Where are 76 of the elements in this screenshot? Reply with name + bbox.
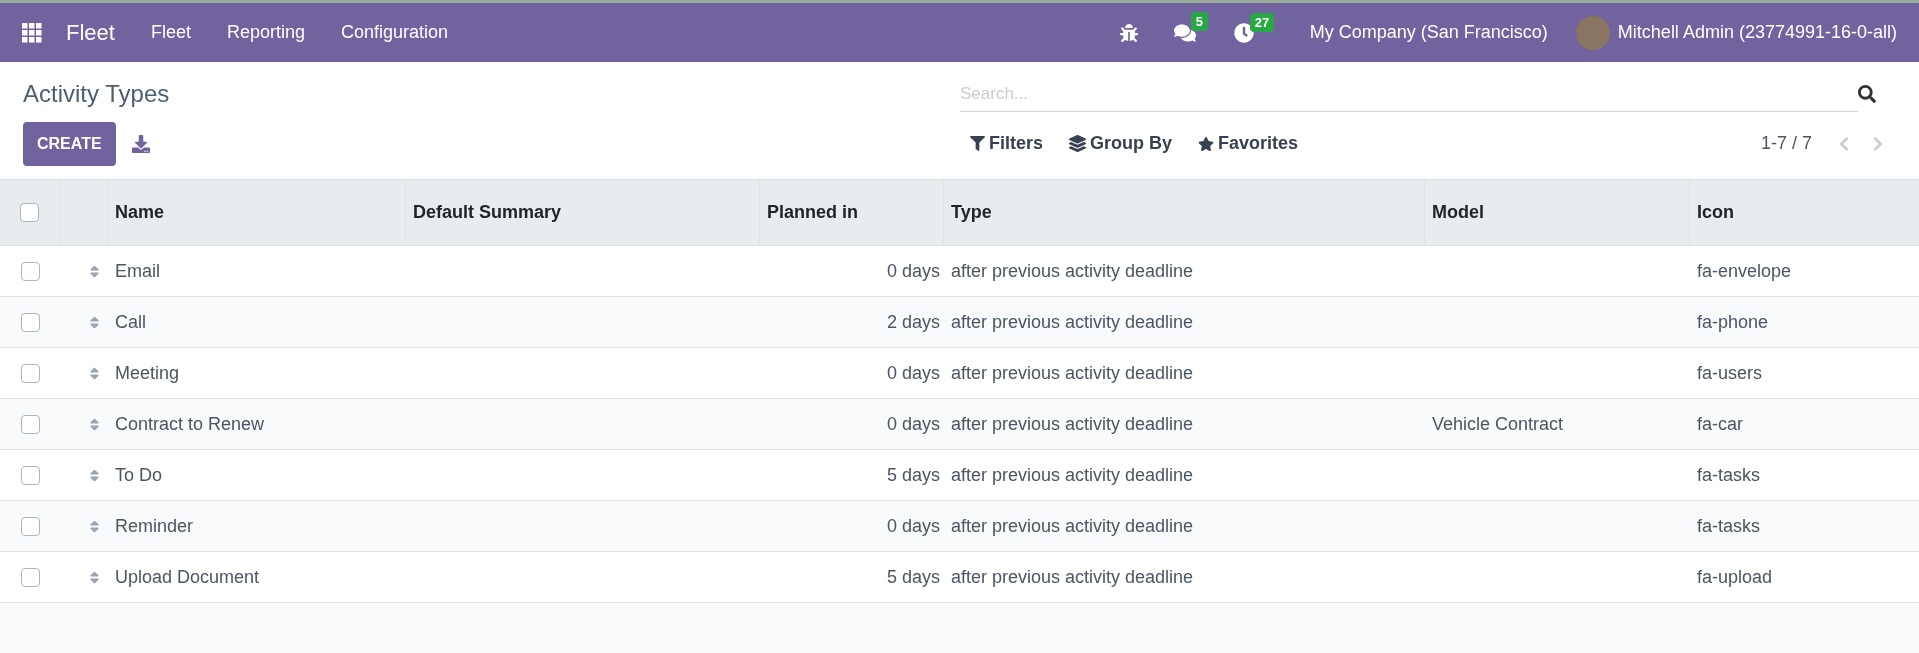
table-row[interactable]: Reminder 0 days after previous activity deadline fa-tasks bbox=[0, 500, 1919, 551]
star-icon bbox=[1198, 135, 1215, 152]
table-cell-text: after previous activity deadline bbox=[951, 259, 1194, 283]
column-header[interactable]: Icon bbox=[1697, 199, 1734, 226]
checkbox[interactable] bbox=[20, 312, 40, 332]
checkbox[interactable] bbox=[20, 465, 40, 485]
app-name[interactable]: Fleet bbox=[66, 16, 115, 49]
table-cell-text: 5 days bbox=[886, 463, 940, 487]
drag-handle-icon[interactable] bbox=[87, 569, 102, 585]
drag-handle-icon[interactable] bbox=[87, 365, 102, 381]
table-cell-text: 0 days bbox=[886, 412, 940, 436]
table-cell-text: 0 days bbox=[886, 259, 940, 283]
checkbox[interactable] bbox=[20, 414, 40, 434]
layers-icon bbox=[1069, 135, 1087, 152]
drag-handle-icon[interactable] bbox=[87, 314, 102, 330]
drag-handle-icon[interactable] bbox=[87, 416, 102, 432]
table-cell-text: 2 days bbox=[886, 310, 940, 334]
table-cell-text: Upload Document bbox=[115, 565, 260, 589]
table-cell-text: after previous activity deadline bbox=[951, 412, 1194, 436]
apps-grid-icon[interactable] bbox=[22, 22, 42, 43]
pager-value[interactable]: 1-7 / 7 bbox=[1760, 130, 1812, 157]
user-avatar[interactable] bbox=[1575, 15, 1610, 50]
menu-item[interactable]: Fleet bbox=[150, 19, 191, 46]
table-cell-text: 0 days bbox=[886, 361, 940, 385]
search-icon[interactable] bbox=[1858, 85, 1876, 103]
checkbox[interactable] bbox=[20, 363, 40, 383]
menu-item[interactable]: Configuration bbox=[341, 19, 449, 46]
download-icon[interactable] bbox=[131, 135, 150, 153]
user-menu[interactable]: Mitchell Admin (23774991-16-0-all) bbox=[1617, 19, 1897, 46]
table-cell-text: Email bbox=[115, 259, 160, 283]
column-header[interactable]: Planned in bbox=[767, 199, 858, 226]
checkbox[interactable] bbox=[20, 567, 40, 587]
table-cell-text: fa-tasks bbox=[1697, 514, 1761, 538]
table-cell-text: fa-tasks bbox=[1697, 463, 1761, 487]
table-cell-text: To Do bbox=[115, 463, 163, 487]
clock-icon[interactable] bbox=[1233, 22, 1254, 43]
drag-handle-icon[interactable] bbox=[87, 467, 102, 483]
checkbox[interactable] bbox=[20, 203, 39, 222]
column-header[interactable]: Model bbox=[1432, 199, 1484, 226]
page-title: Activity Types bbox=[23, 79, 171, 109]
menu-item[interactable]: Reporting bbox=[226, 19, 305, 46]
table-cell-text: after previous activity deadline bbox=[951, 565, 1194, 589]
column-header[interactable]: Default Summary bbox=[413, 199, 562, 226]
group-by-button[interactable]: Group By bbox=[1069, 130, 1173, 157]
drag-handle-icon[interactable] bbox=[87, 263, 102, 279]
table-cell-text: fa-users bbox=[1697, 361, 1763, 385]
activity-count-badge: 27 bbox=[1249, 12, 1275, 32]
filters-button[interactable]: Filters bbox=[970, 130, 1044, 157]
table-row[interactable]: Call 2 days after previous activity deadline fa-phone bbox=[0, 296, 1919, 347]
drag-handle-icon[interactable] bbox=[87, 518, 102, 534]
table-cell-text: fa-phone bbox=[1697, 310, 1769, 334]
table-cell-text: fa-car bbox=[1697, 412, 1743, 436]
message-count-badge: 5 bbox=[1190, 11, 1208, 31]
table-cell-text: Reminder bbox=[115, 514, 194, 538]
table-cell-text: after previous activity deadline bbox=[951, 310, 1194, 334]
table-cell-text: 5 days bbox=[886, 565, 940, 589]
table-cell-text: after previous activity deadline bbox=[951, 463, 1194, 487]
table-cell-text: Meeting bbox=[115, 361, 180, 385]
company-switcher[interactable]: My Company (San Francisco) bbox=[1309, 19, 1548, 46]
table-cell-text: fa-upload bbox=[1697, 565, 1773, 589]
favorites-button[interactable]: Favorites bbox=[1198, 130, 1299, 157]
table-cell-text: Contract to Renew bbox=[115, 412, 265, 436]
checkbox[interactable] bbox=[20, 516, 40, 536]
table-cell-text: fa-envelope bbox=[1697, 259, 1792, 283]
column-header[interactable]: Name bbox=[115, 199, 165, 226]
table-cell-text: after previous activity deadline bbox=[951, 514, 1194, 538]
table-row[interactable]: Contract to Renew 0 days after previous activity deadline Vehicle Contract fa-car bbox=[0, 398, 1919, 449]
table-cell-text: Call bbox=[115, 310, 146, 334]
table-cell-text: 0 days bbox=[886, 514, 940, 538]
column-header[interactable]: Type bbox=[951, 199, 992, 226]
table-cell-text: after previous activity deadline bbox=[951, 361, 1194, 385]
debug-icon[interactable] bbox=[1119, 23, 1138, 42]
create-button[interactable]: CREATE bbox=[23, 122, 116, 166]
table-cell-text: Vehicle Contract bbox=[1432, 412, 1564, 436]
checkbox[interactable] bbox=[20, 261, 40, 281]
filter-icon bbox=[970, 136, 985, 151]
